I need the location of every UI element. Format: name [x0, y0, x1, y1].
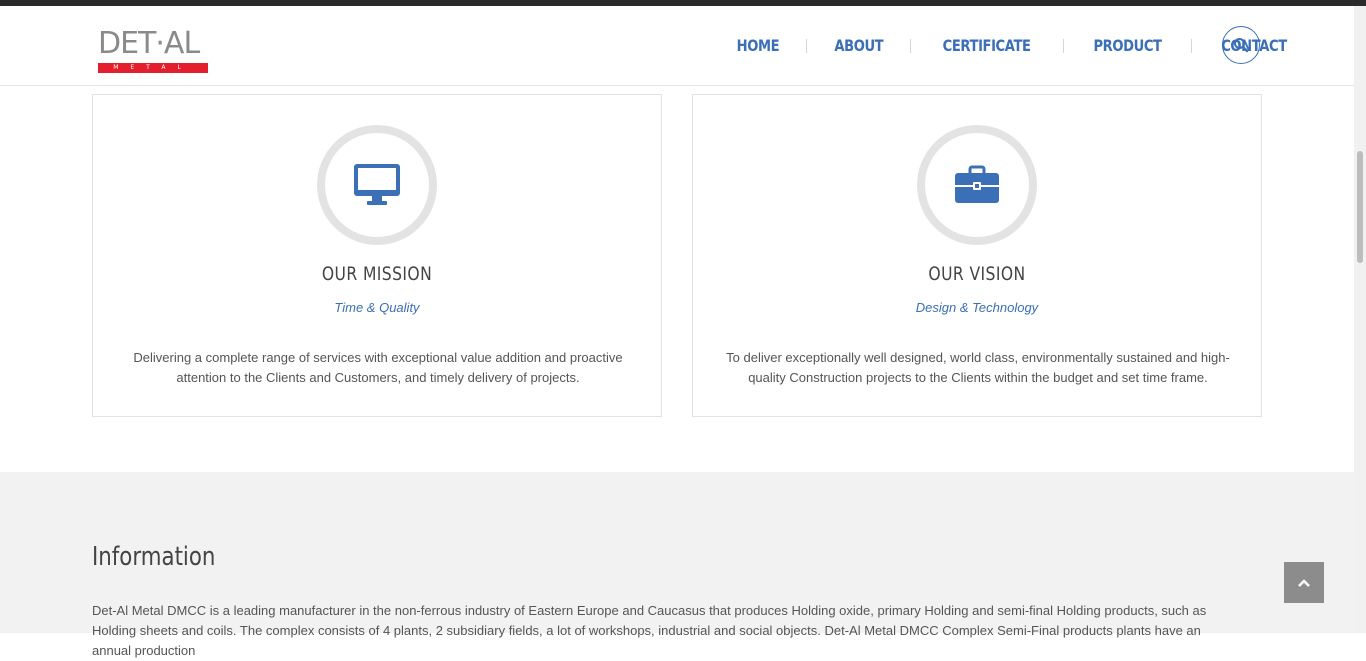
vision-subtitle: Design & Technology — [915, 300, 1039, 315]
nav-certificate[interactable]: CERTIFICATE — [925, 36, 1049, 55]
nav-divider — [910, 38, 912, 53]
logo-text: DET·AL — [98, 26, 200, 61]
site-header: DET·AL METAL HOME ABOUT CERTIFICATE PROD… — [0, 6, 1354, 86]
information-section: Information Det-Al Metal DMCC is a leadi… — [0, 472, 1354, 658]
vision-text: To deliver exceptionally well designed, … — [726, 350, 1230, 385]
nav-about[interactable]: ABOUT — [816, 36, 901, 55]
information-title: Information — [92, 542, 216, 572]
briefcase-icon — [955, 165, 999, 203]
nav-divider — [1190, 38, 1192, 53]
search-button[interactable] — [1222, 26, 1260, 64]
logo-subtext: METAL — [98, 63, 208, 73]
nav-product[interactable]: PRODUCT — [1075, 36, 1179, 55]
chevron-up-icon — [1298, 578, 1310, 587]
page-scrollbar[interactable] — [1354, 6, 1366, 633]
vision-card: OUR VISION Design & Technology To delive… — [692, 94, 1262, 417]
mission-card: OUR MISSION Time & Quality Delivering a … — [92, 94, 662, 417]
logo[interactable]: DET·AL METAL — [98, 28, 210, 76]
nav-divider — [805, 38, 807, 53]
nav-divider — [1062, 38, 1064, 53]
desktop-monitor-icon — [354, 164, 400, 205]
vision-title: OUR VISION — [928, 263, 1026, 285]
scrollbar-thumb[interactable] — [1357, 151, 1363, 263]
vision-icon-ring — [917, 125, 1037, 245]
search-icon — [1234, 38, 1249, 53]
mission-icon-ring — [317, 125, 437, 245]
mission-title: OUR MISSION — [321, 263, 433, 285]
mission-subtitle: Time & Quality — [334, 300, 420, 315]
information-text: Det-Al Metal DMCC is a leading manufactu… — [92, 603, 1207, 658]
nav-home[interactable]: HOME — [719, 36, 798, 55]
mission-text: Delivering a complete range of services … — [133, 350, 623, 385]
back-to-top-button[interactable] — [1284, 562, 1324, 603]
